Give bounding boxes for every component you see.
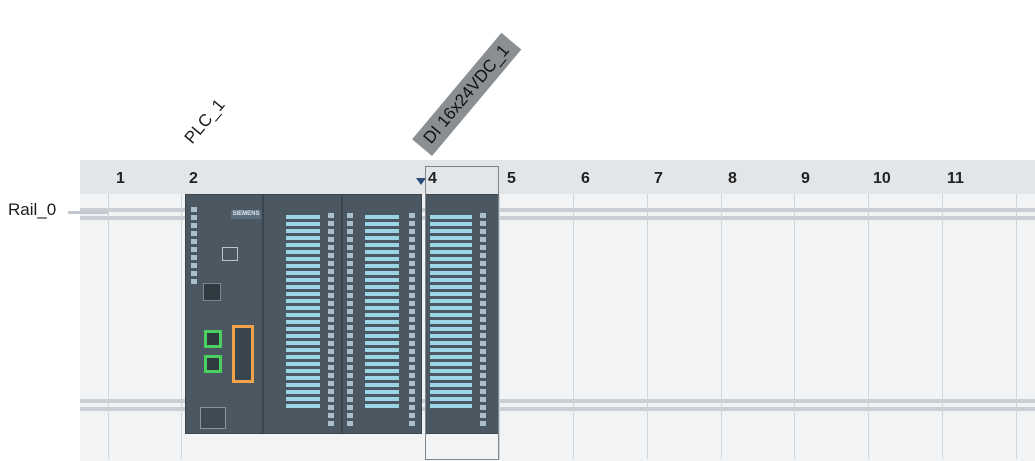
- slot-separator: [108, 194, 109, 459]
- slot-number-10: 10: [873, 170, 891, 187]
- slot-separator: [573, 194, 574, 459]
- plc-device-label[interactable]: PLC_1: [181, 95, 230, 148]
- slot-number-11: 11: [947, 170, 964, 187]
- io-module-1[interactable]: [263, 194, 342, 434]
- io-status-leds: [409, 213, 415, 426]
- slot-separator: [181, 194, 182, 459]
- cpu-bottom-connector: [200, 407, 226, 429]
- rail-connector-line: [68, 211, 108, 214]
- io-status-leds: [347, 213, 353, 426]
- slot-number-7: 7: [654, 170, 663, 187]
- slot-number-9: 9: [801, 170, 810, 187]
- sub-d-connector-icon: [232, 325, 254, 383]
- io-channel-bars: [286, 215, 320, 408]
- slot-number-6: 6: [581, 170, 590, 187]
- io-channel-bars: [365, 215, 399, 408]
- di-module-device-label[interactable]: DI 16x24VDC_1: [412, 32, 522, 156]
- siemens-logo: SIEMENS: [231, 210, 261, 219]
- ethernet-port-icon: [204, 355, 222, 373]
- slot-separator: [942, 194, 943, 459]
- cpu-run-switch: [203, 283, 221, 301]
- slot-separator: [794, 194, 795, 459]
- slot-number-8: 8: [728, 170, 737, 187]
- cpu-status-leds: [191, 207, 197, 284]
- slot-number-1: 1: [116, 170, 125, 187]
- cpu-module[interactable]: SIEMENS: [185, 194, 263, 434]
- slot-separator: [721, 194, 722, 459]
- slot-separator: [647, 194, 648, 459]
- io-module-2[interactable]: [342, 194, 422, 434]
- ethernet-port-icon: [204, 330, 222, 348]
- slot-number-5: 5: [507, 170, 516, 187]
- slot-separator: [499, 194, 500, 459]
- slot-number-2: 2: [189, 170, 198, 187]
- io-status-leds: [328, 213, 334, 426]
- slot-separator: [1016, 194, 1017, 459]
- slot-header-bar: [80, 160, 1035, 194]
- cpu-card-slot: [222, 247, 238, 261]
- rail-label[interactable]: Rail_0: [8, 200, 56, 220]
- slot-separator: [868, 194, 869, 459]
- selected-slot-frame[interactable]: [425, 166, 499, 460]
